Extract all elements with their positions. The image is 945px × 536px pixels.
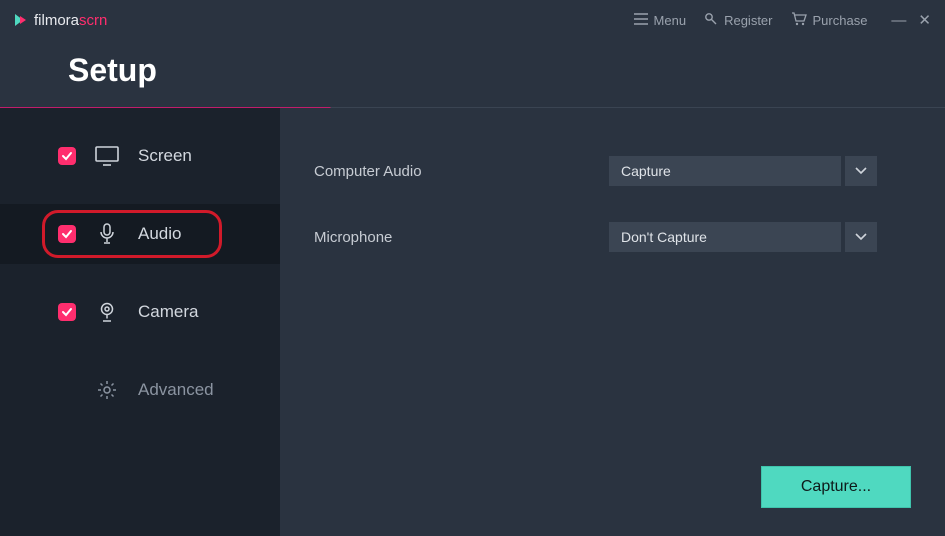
brand-suffix: scrn <box>79 12 107 29</box>
computer-audio-select[interactable]: Capture <box>609 156 877 186</box>
close-button[interactable]: ✕ <box>918 13 931 28</box>
app-brand: filmorascrn <box>12 12 107 29</box>
select-value[interactable]: Capture <box>609 156 841 186</box>
purchase-label: Purchase <box>813 13 868 28</box>
hamburger-icon <box>634 13 648 28</box>
window-controls: — ✕ <box>891 13 931 28</box>
page-title: Setup <box>0 40 945 107</box>
monitor-icon <box>94 146 120 166</box>
content: Screen Audio Camera <box>0 108 945 536</box>
microphone-icon <box>94 223 120 245</box>
sidebar-item-label: Camera <box>138 302 198 322</box>
settings-panel: Computer Audio Capture Microphone Don't … <box>280 108 945 536</box>
microphone-select[interactable]: Don't Capture <box>609 222 877 252</box>
chevron-down-icon[interactable] <box>845 156 877 186</box>
menu-button[interactable]: Menu <box>634 13 687 28</box>
titlebar-actions: Menu Register Purchase — ✕ <box>634 12 931 29</box>
chevron-down-icon[interactable] <box>845 222 877 252</box>
titlebar: filmorascrn Menu Register Purchase — ✕ <box>0 0 945 40</box>
key-icon <box>704 12 718 29</box>
sidebar-item-camera[interactable]: Camera <box>0 282 280 342</box>
sidebar-item-advanced[interactable]: Advanced <box>0 360 280 420</box>
register-button[interactable]: Register <box>704 12 772 29</box>
checkbox-advanced-placeholder <box>58 381 76 399</box>
setting-label: Microphone <box>314 229 609 246</box>
brand-name: filmora <box>34 12 79 29</box>
select-value[interactable]: Don't Capture <box>609 222 841 252</box>
capture-button[interactable]: Capture... <box>761 466 911 508</box>
purchase-button[interactable]: Purchase <box>791 12 868 29</box>
sidebar-item-label: Audio <box>138 224 181 244</box>
register-label: Register <box>724 13 772 28</box>
camera-icon <box>94 301 120 323</box>
checkbox-audio[interactable] <box>58 225 76 243</box>
sidebar-item-audio[interactable]: Audio <box>0 204 280 264</box>
checkbox-screen[interactable] <box>58 147 76 165</box>
minimize-button[interactable]: — <box>891 13 906 28</box>
gear-icon <box>94 379 120 401</box>
sidebar: Screen Audio Camera <box>0 108 280 536</box>
sidebar-item-screen[interactable]: Screen <box>0 126 280 186</box>
cart-icon <box>791 12 807 29</box>
sidebar-item-label: Screen <box>138 146 192 166</box>
setting-label: Computer Audio <box>314 163 609 180</box>
setting-row-computer-audio: Computer Audio Capture <box>314 156 911 186</box>
sidebar-item-label: Advanced <box>138 380 214 400</box>
checkbox-camera[interactable] <box>58 303 76 321</box>
brand-logo-icon <box>12 12 28 28</box>
menu-label: Menu <box>654 13 687 28</box>
setting-row-microphone: Microphone Don't Capture <box>314 222 911 252</box>
